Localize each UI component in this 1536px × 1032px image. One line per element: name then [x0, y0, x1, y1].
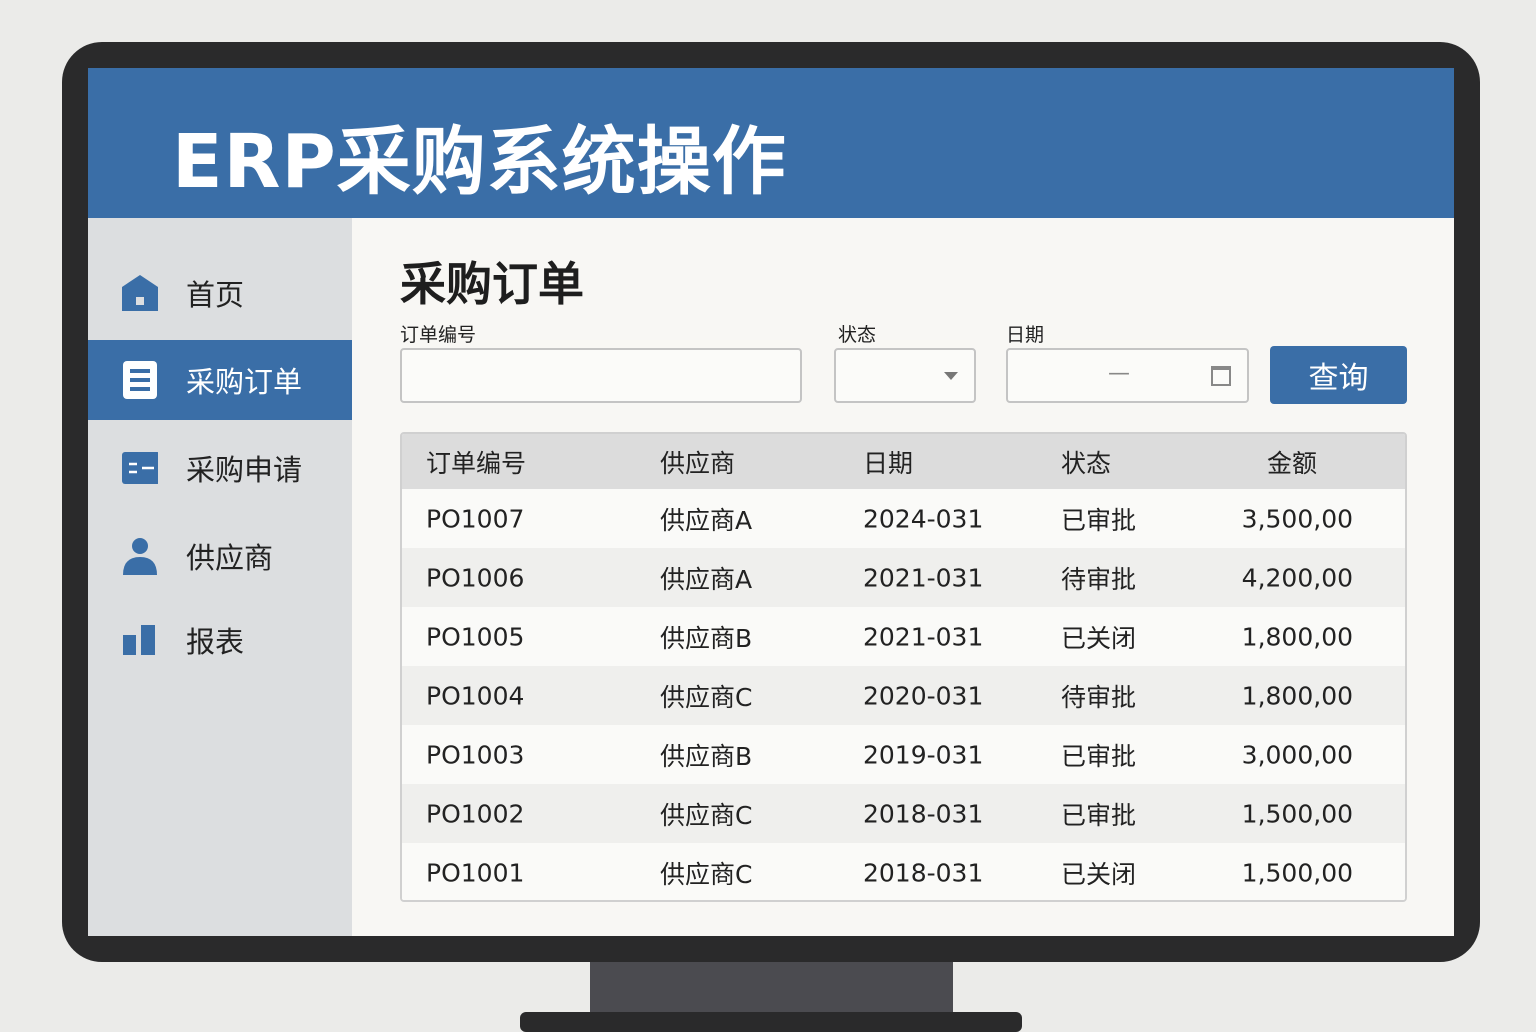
table-cell: 1,800,00 — [1241, 622, 1353, 651]
sidebar-item-purchase-orders[interactable]: 采购订单 — [88, 340, 352, 420]
user-icon — [122, 538, 158, 575]
sidebar-item-label: 采购订单 — [186, 365, 303, 399]
sidebar-item-label: 报表 — [186, 625, 245, 659]
table-row[interactable]: PO1006 供应商A 2021-031 待审批 4,200,00 — [402, 548, 1405, 607]
table-header: 订单编号 供应商 日期 状态 金额 — [402, 434, 1405, 489]
sidebar-item-label: 首页 — [186, 278, 245, 312]
sidebar-item-purchase-requests[interactable]: 采购申请 — [88, 428, 352, 508]
table-cell: 供应商C — [660, 859, 753, 889]
table-cell: 供应商A — [660, 564, 753, 594]
date-placeholder: — — [1108, 361, 1130, 386]
table-cell: 1,800,00 — [1241, 681, 1353, 710]
monitor-base — [520, 1012, 1022, 1032]
table-cell: 待审批 — [1061, 564, 1137, 594]
table-cell: 4,200,00 — [1241, 563, 1353, 592]
table-cell: 已审批 — [1061, 741, 1137, 771]
table-row[interactable]: PO1002 供应商C 2018-031 已审批 1,500,00 — [402, 784, 1405, 843]
sidebar-item-label: 采购申请 — [186, 453, 303, 487]
sidebar-item-home[interactable]: 首页 — [88, 253, 352, 333]
main-content: 采购订单 订单编号 状态 日期 — 查询 订单编号 供应商 日期 状态 金额 P… — [400, 218, 1454, 936]
home-icon — [122, 275, 158, 311]
table-cell: 已审批 — [1061, 800, 1137, 830]
table-cell: PO1007 — [426, 504, 525, 533]
query-button[interactable]: 查询 — [1270, 346, 1407, 404]
table-cell: 已关闭 — [1061, 623, 1137, 653]
table-cell: PO1001 — [426, 858, 525, 887]
order-no-label: 订单编号 — [400, 324, 477, 346]
calendar-icon[interactable] — [1211, 366, 1231, 386]
order-no-input[interactable] — [400, 348, 802, 403]
table-cell: 已关闭 — [1061, 859, 1137, 889]
table-cell: 3,000,00 — [1241, 740, 1353, 769]
table-cell: 3,500,00 — [1241, 504, 1353, 533]
table-cell: PO1005 — [426, 622, 525, 651]
table-row[interactable]: PO1004 供应商C 2020-031 待审批 1,800,00 — [402, 666, 1405, 725]
table-cell: PO1002 — [426, 799, 525, 828]
table-cell: 2024-031 — [863, 504, 984, 533]
table-cell: 供应商A — [660, 505, 753, 535]
table-row[interactable]: PO1007 供应商A 2024-031 已审批 3,500,00 — [402, 489, 1405, 548]
table-cell: 1,500,00 — [1241, 858, 1353, 887]
document-icon — [122, 361, 158, 399]
table-cell: PO1006 — [426, 563, 525, 592]
app-title: ERP采购系统操作 — [172, 119, 787, 205]
bar-chart-icon — [122, 622, 158, 658]
table-cell: 2021-031 — [863, 563, 984, 592]
orders-table: 订单编号 供应商 日期 状态 金额 PO1007 供应商A 2024-031 已审批 3… — [400, 432, 1407, 902]
table-cell: 2020-031 — [863, 681, 984, 710]
table-cell: 已审批 — [1061, 505, 1137, 535]
table-row[interactable]: PO1005 供应商B 2021-031 已关闭 1,800,00 — [402, 607, 1405, 666]
sidebar-item-label: 供应商 — [186, 541, 274, 575]
table-row[interactable]: PO1001 供应商C 2018-031 已关闭 1,500,00 — [402, 843, 1405, 900]
table-cell: 供应商B — [660, 741, 753, 771]
table-cell: 2018-031 — [863, 858, 984, 887]
app-header: ERP采购系统操作 — [88, 68, 1454, 218]
screen: ERP采购系统操作 首页 采购订单 采购申请 供应商 报表 采购订单 订单编号 … — [88, 68, 1454, 936]
sidebar: 首页 采购订单 采购申请 供应商 报表 — [88, 218, 352, 936]
sidebar-item-reports[interactable]: 报表 — [88, 600, 352, 680]
sidebar-item-suppliers[interactable]: 供应商 — [88, 516, 352, 596]
table-cell: 1,500,00 — [1241, 799, 1353, 828]
table-row[interactable]: PO1003 供应商B 2019-031 已审批 3,000,00 — [402, 725, 1405, 784]
table-cell: 供应商C — [660, 682, 753, 712]
status-label: 状态 — [838, 324, 877, 346]
table-cell: PO1003 — [426, 740, 525, 769]
table-cell: 2018-031 — [863, 799, 984, 828]
table-cell: PO1004 — [426, 681, 525, 710]
status-select[interactable] — [834, 348, 976, 403]
date-input[interactable]: — — [1006, 348, 1249, 403]
table-cell: 供应商C — [660, 800, 753, 830]
page-title: 采购订单 — [400, 257, 584, 311]
chevron-down-icon — [944, 372, 958, 380]
table-cell: 2019-031 — [863, 740, 984, 769]
column-header[interactable]: 供应商 — [660, 444, 735, 480]
column-header[interactable]: 日期 — [863, 444, 913, 480]
table-cell: 2021-031 — [863, 622, 984, 651]
table-cell: 供应商B — [660, 623, 753, 653]
column-header[interactable]: 金额 — [1267, 444, 1317, 480]
column-header[interactable]: 订单编号 — [426, 444, 526, 480]
table-cell: 待审批 — [1061, 682, 1137, 712]
column-header[interactable]: 状态 — [1061, 444, 1111, 480]
request-icon — [122, 450, 158, 486]
date-label: 日期 — [1006, 324, 1045, 346]
